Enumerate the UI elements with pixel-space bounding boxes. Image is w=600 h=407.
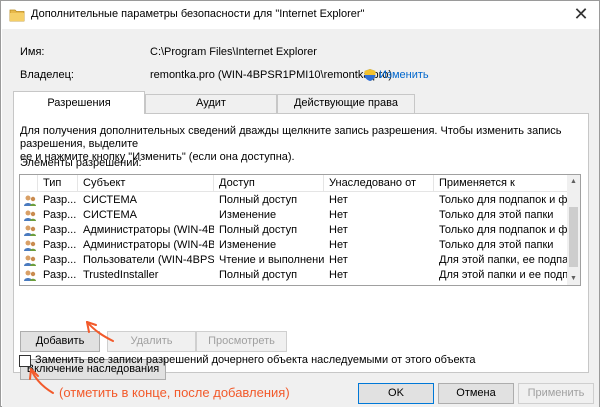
security-settings-window: Дополнительные параметры безопасности дл… bbox=[0, 0, 600, 407]
annotation-arrows bbox=[29, 321, 114, 394]
annotation-arrow-add bbox=[86, 321, 114, 342]
tab-permissions[interactable]: Разрешения bbox=[13, 91, 145, 114]
annotation-arrow-checkbox bbox=[29, 368, 54, 394]
